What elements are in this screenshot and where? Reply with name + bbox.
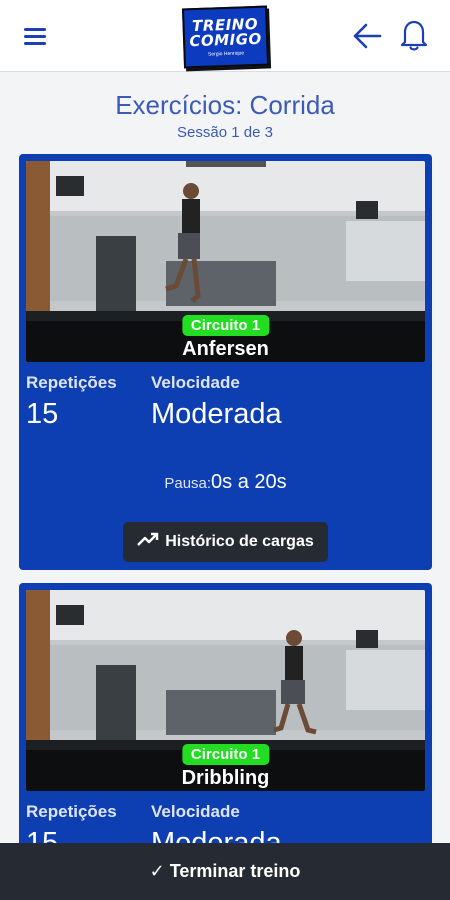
pause-info: Pausa:0s a 20s: [19, 471, 432, 494]
exercise-name: Dribbling: [181, 767, 270, 789]
exercise-video-thumbnail[interactable]: Circuito 1 Anfersen: [26, 161, 425, 362]
speed-value: Moderada: [151, 398, 282, 430]
exercise-name: Anfersen: [182, 338, 269, 360]
exercise-card: Circuito 1 Dribbling Repetições 15 Veloc…: [19, 583, 432, 883]
reps-value: 15: [26, 398, 59, 430]
reps-label: Repetições: [26, 802, 117, 821]
hamburger-menu-icon[interactable]: [20, 22, 50, 50]
logo-line-2: COMIGO: [189, 29, 263, 50]
trending-up-icon: [137, 532, 159, 553]
circuit-badge: Circuito 1: [181, 315, 270, 336]
finish-workout-button[interactable]: ✓ Terminar treino: [0, 843, 450, 900]
exercise-video-thumbnail[interactable]: Circuito 1 Dribbling: [26, 590, 425, 791]
arrow-left-icon[interactable]: [352, 20, 382, 52]
exercise-card: Circuito 1 Anfersen Repetições 15 Veloci…: [19, 154, 432, 570]
session-counter: Sessão 1 de 3: [177, 124, 273, 141]
page-title: Exercícios: Corrida: [115, 90, 335, 120]
pause-label: Pausa:: [164, 475, 212, 492]
pause-value: 0s a 20s: [211, 471, 287, 493]
top-app-bar: TREINO COMIGO Sergio Henrique: [0, 0, 450, 72]
speed-label: Velocidade: [151, 373, 240, 392]
bell-icon[interactable]: [399, 18, 429, 52]
load-history-label: Histórico de cargas: [165, 533, 314, 550]
load-history-button[interactable]: Histórico de cargas: [123, 522, 328, 562]
logo-line-3: Sergio Henrique: [207, 49, 245, 58]
reps-label: Repetições: [26, 373, 117, 392]
circuit-badge: Circuito 1: [181, 744, 270, 765]
app-logo: TREINO COMIGO Sergio Henrique: [181, 5, 270, 69]
speed-label: Velocidade: [151, 802, 240, 821]
